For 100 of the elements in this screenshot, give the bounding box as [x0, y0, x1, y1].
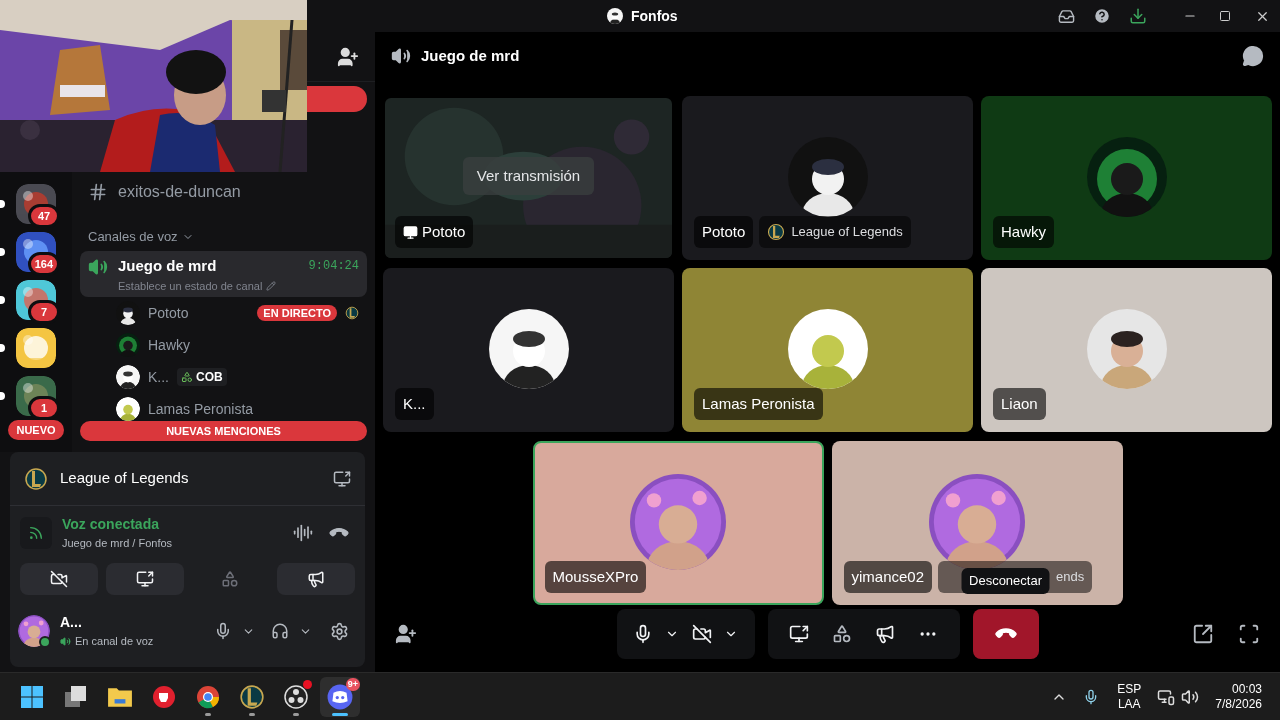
clock[interactable]: 00:03 7/8/2026 — [1215, 681, 1262, 712]
member-name: Pototo — [148, 303, 189, 323]
invite-icon[interactable] — [395, 623, 417, 645]
unread-count-badge: 164 — [27, 252, 60, 276]
settings-icon[interactable] — [330, 621, 349, 641]
connection-location[interactable]: Juego de mrd / Fonfos — [62, 535, 283, 552]
windows-icon — [20, 684, 44, 709]
game-icon — [24, 466, 48, 491]
camera-off-icon — [49, 570, 68, 588]
user-name: A... — [60, 613, 83, 633]
chat-icon[interactable] — [1242, 45, 1264, 67]
game-icon — [345, 306, 359, 320]
video-tile[interactable]: Pototo League of Legends — [682, 96, 973, 260]
video-tile[interactable]: Lamas Peronista — [682, 268, 973, 432]
connection-status: Voz conectada — [62, 515, 160, 535]
screen-share-icon[interactable] — [789, 624, 809, 644]
unread-count-badge: 1 — [28, 396, 60, 420]
screen-icon — [403, 224, 418, 240]
speaker-icon — [60, 636, 71, 647]
notification-badge: 9+ — [345, 677, 360, 691]
shapes-icon — [221, 570, 240, 588]
activity-label: League of Legends — [759, 216, 911, 248]
participant-name: K... — [395, 388, 434, 420]
participant-name: Liaon — [993, 388, 1046, 420]
hash-icon — [88, 182, 108, 202]
megaphone-icon[interactable] — [875, 624, 895, 644]
screen-share-icon[interactable] — [333, 469, 351, 488]
running-indicator — [205, 712, 211, 716]
signal-icon — [28, 525, 44, 541]
text-channel[interactable]: exitos-de-duncan — [80, 176, 367, 208]
voice-action-button[interactable] — [20, 563, 98, 595]
game-icon — [767, 223, 786, 241]
member-name: K... — [148, 367, 169, 387]
chat-app-button[interactable]: 9+ — [320, 676, 360, 717]
call-timer: 9:04:24 — [308, 258, 359, 276]
maximize-icon[interactable] — [1219, 10, 1231, 22]
tag-icon — [181, 371, 193, 383]
speaker-icon — [391, 46, 411, 66]
voice-channel[interactable]: Juego de mrd 9:04:24 Establece un estado de canal — [80, 251, 367, 297]
server-icon[interactable] — [16, 328, 56, 368]
pencil-icon — [266, 280, 277, 291]
screen-share-icon — [135, 570, 154, 588]
microphone-icon[interactable] — [214, 622, 232, 640]
video-tile[interactable]: Hawky — [981, 96, 1272, 260]
language-indicator[interactable]: ESP LAA — [1117, 681, 1142, 712]
status-hint[interactable]: Establece un estado de canal — [118, 277, 263, 294]
member-name: Lamas Peronista — [148, 399, 254, 419]
video-tile[interactable]: MousseXPro — [532, 441, 824, 605]
download-icon[interactable] — [1129, 7, 1147, 25]
inbox-icon[interactable] — [1058, 7, 1075, 25]
watch-stream-button[interactable]: Ver transmisión — [462, 157, 595, 195]
running-indicator — [332, 712, 348, 716]
tooltip: Desconectar — [961, 568, 1050, 594]
add-member-icon[interactable] — [337, 45, 359, 68]
participant-name: Pototo — [694, 216, 754, 248]
voice-member[interactable]: Hawky — [80, 334, 367, 356]
game-icon — [239, 683, 265, 710]
alert-banner — [307, 86, 367, 112]
voice-member[interactable]: K... COB — [80, 366, 367, 388]
participant-name: Pototo — [395, 216, 474, 248]
live-badge: EN DIRECTO — [257, 305, 337, 321]
participant-name: MousseXPro — [544, 561, 647, 593]
video-tile[interactable]: K... — [383, 268, 674, 432]
fist-icon — [152, 684, 176, 709]
camera-off-icon[interactable] — [691, 624, 712, 644]
speaker-icon — [88, 257, 108, 277]
unread-count-badge: 47 — [28, 204, 60, 228]
channel-name: Juego de mrd — [118, 256, 217, 276]
browser-icon — [196, 684, 220, 709]
windows-stack-icon — [64, 684, 88, 709]
video-tile[interactable]: Liaon — [981, 268, 1272, 432]
help-icon[interactable] — [1093, 7, 1111, 25]
new-badge[interactable]: NUEVO — [8, 420, 64, 440]
fullscreen-icon[interactable] — [1238, 623, 1260, 645]
unread-count-badge: 7 — [28, 300, 60, 324]
volume-icon[interactable] — [1181, 687, 1200, 706]
network-icon[interactable] — [1157, 687, 1176, 706]
pop-out-icon[interactable] — [1192, 623, 1214, 645]
voice-action-button[interactable] — [277, 563, 355, 595]
category-header[interactable]: Canales de voz — [80, 225, 367, 249]
voice-member[interactable]: Pototo EN DIRECTO — [80, 302, 367, 324]
running-indicator — [293, 712, 299, 716]
new-mentions-bar[interactable]: NUEVAS MENCIONES — [80, 421, 367, 441]
disconnect-button[interactable] — [972, 609, 1039, 659]
user-status: En canal de voz — [75, 634, 154, 650]
shapes-icon[interactable] — [832, 624, 852, 644]
audio-wave-icon[interactable] — [293, 523, 313, 543]
member-tag: COB — [177, 368, 227, 386]
participant-name: yimance02 — [843, 561, 933, 593]
member-name: Hawky — [148, 335, 190, 355]
running-indicator — [249, 712, 255, 716]
channel-title: Juego de mrd — [421, 45, 521, 66]
window-title: Fonfos — [631, 6, 678, 26]
rings-icon — [284, 684, 308, 709]
voice-action-button[interactable] — [105, 563, 184, 595]
headphones-icon[interactable] — [271, 622, 289, 640]
megaphone-icon — [307, 570, 326, 588]
video-tile[interactable]: Ver transmisión Pototo — [383, 96, 674, 260]
participant-name: Hawky — [993, 216, 1054, 248]
game-title: League of Legends — [60, 468, 190, 489]
